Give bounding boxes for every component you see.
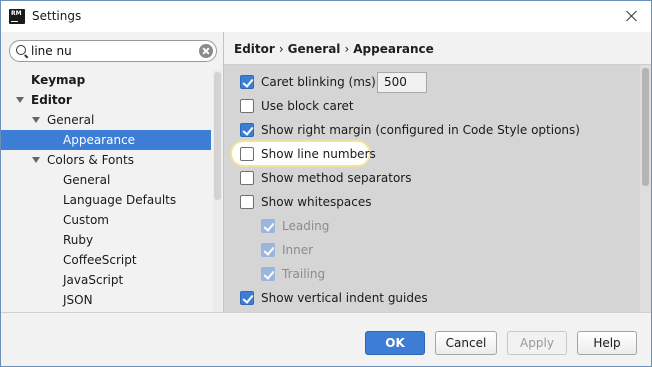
checkbox-unchecked[interactable] [240,147,254,161]
app-logo-icon: RM [9,9,25,24]
settings-sidebar: Keymap Editor General Appearance Colors … [1,32,223,312]
clear-search-icon[interactable] [199,44,213,58]
cancel-button[interactable]: Cancel [435,331,497,355]
option-label: Inner [282,243,314,257]
tree-item-label: General [47,113,95,127]
close-icon[interactable] [621,5,643,27]
tree-item-label: Editor [31,93,72,107]
checkbox-checked[interactable] [240,291,254,305]
option-label: Caret blinking (ms): [261,75,380,89]
settings-tree: Keymap Editor General Appearance Colors … [1,70,211,310]
checkbox-unchecked[interactable] [240,99,254,113]
checkbox-checked [261,243,275,257]
tree-item-general[interactable]: General [1,110,211,130]
option-label: Show line numbers [261,147,376,161]
tree-item-label: Language Defaults [63,193,177,207]
tree-item-javascript[interactable]: JavaScript [1,270,211,290]
option-label: Trailing [282,267,326,281]
checkbox-checked [261,219,275,233]
sidebar-scrollbar-thumb[interactable] [214,72,221,200]
breadcrumb-item: Appearance [353,42,434,56]
option-label: Use block caret [261,99,354,113]
tree-item-label: Appearance [63,133,136,147]
breadcrumb-separator: › [344,42,350,56]
breadcrumb: Editor › General › Appearance [224,32,651,65]
checkbox-checked [261,267,275,281]
search-field[interactable] [9,40,217,62]
tree-item-label: Colors & Fonts [47,153,134,167]
checkbox-checked[interactable] [240,123,254,137]
dialog-footer: OK Cancel Apply Help [1,312,651,366]
tree-item-label: Keymap [31,73,86,87]
tree-item-label: Ruby [63,233,94,247]
breadcrumb-item: Editor [234,42,275,56]
tree-item-colors-fonts[interactable]: Colors & Fonts [1,150,211,170]
search-input[interactable] [31,43,191,59]
option-label: Show right margin (configured in Code St… [261,123,580,137]
expand-arrow-icon[interactable] [16,97,24,103]
tree-item-label: JSON [63,293,93,307]
tree-item-appearance[interactable]: Appearance [1,130,211,150]
tree-item-custom[interactable]: Custom [1,210,211,230]
breadcrumb-separator: › [278,42,284,56]
settings-content: Editor › General › Appearance Caret blinking… [223,32,651,312]
tree-item-label: Custom [63,213,109,227]
window-title: Settings [32,9,82,23]
apply-button[interactable]: Apply [507,331,567,355]
tree-item-keymap[interactable]: Keymap [1,70,211,90]
expand-arrow-icon[interactable] [32,117,40,123]
settings-window: RM Settings Keymap Editor General Appear… [0,0,652,367]
option-label: Show vertical indent guides [261,291,428,305]
tree-item-label: CoffeeScript [63,253,137,267]
title-bar: RM Settings [1,1,651,32]
checkbox-unchecked[interactable] [240,171,254,185]
ok-button[interactable]: OK [365,331,425,355]
tree-item-ruby[interactable]: Ruby [1,230,211,250]
search-icon [16,45,26,55]
tree-item-language-defaults[interactable]: Language Defaults [1,190,211,210]
option-label: Show method separators [261,171,412,185]
tree-item-colors-general[interactable]: General [1,170,211,190]
content-scrollbar-thumb[interactable] [642,68,649,186]
expand-arrow-icon[interactable] [32,157,40,163]
tree-item-editor[interactable]: Editor [1,90,211,110]
option-label: Show whitespaces [261,195,372,209]
tree-item-label: General [63,173,111,187]
option-label: Leading [282,219,330,233]
breadcrumb-item: General [287,42,341,56]
caret-blink-rate-field[interactable]: 500 [377,72,427,93]
tree-item-json[interactable]: JSON [1,290,211,310]
checkbox-checked[interactable] [240,75,254,89]
help-button[interactable]: Help [577,331,637,355]
checkbox-unchecked[interactable] [240,195,254,209]
tree-item-coffeescript[interactable]: CoffeeScript [1,250,211,270]
tree-item-label: JavaScript [63,273,124,287]
